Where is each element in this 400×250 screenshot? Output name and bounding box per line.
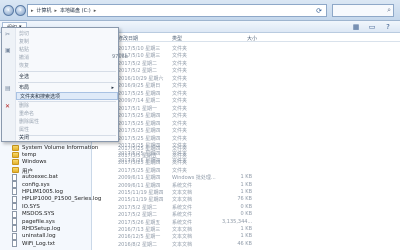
menu-separator [18, 82, 116, 83]
item-size: 46 KB [237, 240, 252, 247]
column-size[interactable]: 大小 [247, 35, 257, 42]
chevron-right-icon[interactable]: ▸ [55, 8, 58, 14]
menu-item-select-all[interactable]: 全选 [16, 73, 118, 81]
forward-icon[interactable]: › [15, 5, 26, 16]
chevron-right-icon[interactable]: ▸ [94, 8, 97, 14]
menu-item-folder-options[interactable]: 文件夹和搜索选项 [16, 92, 118, 100]
item-date: 2016/8/2 星期二 [118, 241, 158, 248]
refresh-icon[interactable]: ⟳ [314, 6, 324, 16]
submenu-arrow-icon: ▸ [111, 85, 114, 91]
folder-icon: ▸ [31, 7, 34, 14]
cut-icon: ✂ [5, 31, 11, 38]
menu-item-paste[interactable]: 粘贴 [16, 46, 118, 54]
item-name: WiFi_Log.txt [22, 240, 56, 247]
search-input[interactable]: ⌕ [332, 4, 394, 17]
menu-item-copy[interactable]: 复制 [16, 38, 118, 46]
menu-item-remove-properties[interactable]: 删除属性 [16, 118, 118, 126]
menu-partial-text: 9716b [112, 54, 128, 60]
breadcrumb-computer[interactable]: 计算机 [37, 7, 52, 14]
column-date[interactable]: 修改日期 [118, 35, 138, 42]
column-type[interactable]: 类型 [172, 35, 182, 42]
help-icon[interactable]: ? [384, 23, 392, 31]
delete-icon: ✕ [5, 103, 11, 110]
search-icon: ⌕ [387, 6, 391, 14]
paste-icon: ▣ [5, 47, 11, 54]
menu-item-undo[interactable]: 撤消 [16, 54, 118, 62]
back-icon[interactable]: ‹ [3, 5, 14, 16]
view-options-icon[interactable]: ▦ [352, 23, 360, 31]
file-icon [12, 240, 17, 248]
address-bar[interactable]: ▸ 计算机 ▸ 本地磁盘 (C:) ▸ ⟳ [27, 4, 327, 17]
list-item[interactable]: WiFi_Log.txt 2016/8/2 星期二 文本文档 46 KB [0, 239, 400, 248]
preview-pane-icon[interactable]: ▭ [368, 23, 376, 31]
title-bar: ‹ › ▸ 计算机 ▸ 本地磁盘 (C:) ▸ ⟳ ⌕ [0, 0, 400, 21]
layout-icon: ▤ [5, 85, 11, 92]
menu-item-cut[interactable]: 剪切 [16, 30, 118, 38]
organize-menu: ✂ 剪切 复制 ▣ 粘贴 撤消 9716b 恢复 全选 ▤ 布局 ▸ 文件夹和搜… [1, 27, 128, 142]
menu-item-properties[interactable]: 属性 [16, 126, 118, 134]
menu-separator [18, 71, 116, 72]
column-header: 修改日期 类型 大小 [92, 33, 400, 42]
menu-item-redo[interactable]: 恢复 [16, 62, 118, 70]
menu-item-layout-label: 布局 [19, 85, 30, 91]
item-type: 文本文档 [172, 241, 193, 248]
menu-item-delete[interactable]: 删除 [16, 102, 118, 110]
menu-item-rename[interactable]: 重命名 [16, 110, 118, 118]
menu-item-close[interactable]: 关闭 [16, 134, 118, 142]
menu-item-layout[interactable]: 布局 ▸ [16, 84, 118, 92]
breadcrumb-local-disk[interactable]: 本地磁盘 (C:) [60, 7, 91, 14]
